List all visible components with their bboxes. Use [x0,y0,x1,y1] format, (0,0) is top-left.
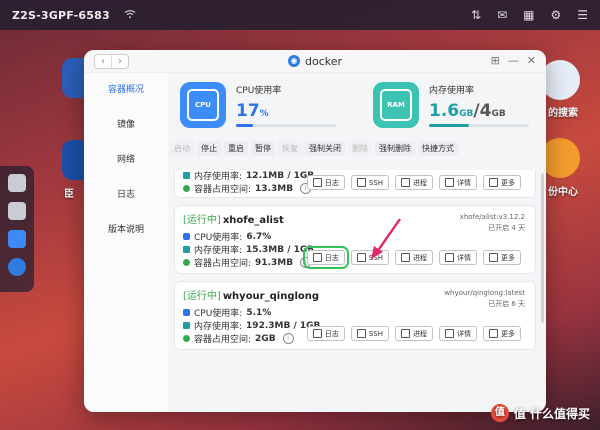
cpu-icon [183,309,190,316]
window-controls: ⊞ — ✕ [491,54,536,67]
detail-button[interactable]: 详情 [439,250,477,265]
close-icon[interactable]: ✕ [527,54,536,67]
main-panel: CPU CPU使用率 17% RAM 内存使用率 1.6GB/4GB 启动 停止… [168,73,546,412]
mem-value: 1.6GB/4GB [429,101,506,121]
container-image: whyour/qinglong:latest 已开启 6 天 [444,289,525,308]
window-title-text: docker [304,54,343,68]
detail-button[interactable]: 详情 [439,326,477,341]
log-button[interactable]: 日志 [306,326,345,341]
memory-icon [183,246,190,253]
disk-icon [183,259,190,266]
top-bar: Z2S-3GPF-6583 ⇅ ✉ ▦ ⚙ ☰ [0,0,600,30]
docker-dock-icon[interactable] [8,258,26,276]
sidebar-item-network[interactable]: 网络 [84,143,168,178]
toolbar-button[interactable]: 暂停 [251,140,275,156]
folder-icon[interactable] [8,230,26,248]
mem-label: 内存使用率 [429,86,475,96]
cpu-stat: CPU CPU使用率 17% [180,82,353,128]
ram-chip-icon: RAM [373,82,419,128]
card-actions: 日志 SSH 进程 详情 更多 [302,246,521,269]
memory-icon [183,322,190,329]
cpu-progress-bar [236,124,336,127]
topbar-tools: ⇅ ✉ ▦ ⚙ ☰ [471,8,588,22]
storage-icon[interactable] [8,174,26,192]
toolbar-button[interactable]: 停止 [197,140,221,156]
stats-row: CPU CPU使用率 17% RAM 内存使用率 1.6GB/4GB [168,73,546,137]
docker-window: ‹ › ◉ docker ⊞ — ✕ 容器概况 镜像 网络 日志 版本说明 CP… [84,50,546,412]
info-icon[interactable]: i [282,333,294,344]
container-list: 内存使用率: 12.1MB / 1GB 容器占用空间: 13.3MB i 日志 SS… [174,170,536,406]
container-card: [运行中] whyour_qinglong whyour/qinglong:lat… [174,281,536,350]
toolbar-button[interactable]: 恢复 [278,140,302,156]
cpu-value: 17% [236,101,269,121]
container-card: [运行中] xhofe_alist xhofe/alist:v3.12.2 已开启 … [174,205,536,274]
back-icon[interactable]: ‹ [95,55,111,68]
cpu-chip-icon: CPU [180,82,226,128]
more-button[interactable]: 更多 [483,250,521,265]
device-name: Z2S-3GPF-6583 [12,8,110,22]
settings-icon[interactable]: ⚙ [550,8,561,22]
mem-stat: RAM 内存使用率 1.6GB/4GB [373,82,546,128]
disk-icon [183,185,190,192]
toolbar-button[interactable]: 强制关闭 [305,140,345,156]
scrollbar[interactable] [541,173,544,323]
mem-progress-bar [429,124,529,127]
sidebar-item-overview[interactable]: 容器概况 [84,73,168,108]
card-actions: 日志 SSH 进程 详情 更多 [306,326,521,341]
desktop-label: 份中心 [548,187,578,198]
container-image: xhofe/alist:v3.12.2 已开启 4 天 [459,213,525,232]
card-actions: 日志 SSH 进程 详情 更多 [306,175,521,190]
detail-button[interactable]: 详情 [439,175,477,190]
mail-icon[interactable]: ✉ [497,8,507,22]
disk-icon [183,335,190,342]
toolbar-button[interactable]: 删除 [348,140,372,156]
window-titlebar: ‹ › ◉ docker ⊞ — ✕ [84,50,546,73]
window-sidebar: 容器概况 镜像 网络 日志 版本说明 [84,73,168,412]
smzdm-logo-icon: 值 [490,404,509,422]
sidebar-item-images[interactable]: 镜像 [84,108,168,143]
nav-arrows: ‹ › [94,54,129,69]
ssh-button[interactable]: SSH [350,175,389,190]
process-button[interactable]: 进程 [395,175,433,190]
cpu-icon [183,233,190,240]
toolbar-button[interactable]: 快捷方式 [418,140,458,156]
grid-icon[interactable]: ▦ [523,8,534,22]
apps-icon[interactable] [8,202,26,220]
container-card: 内存使用率: 12.1MB / 1GB 容器占用空间: 13.3MB i 日志 SS… [174,170,536,198]
toolbar-button[interactable]: 强制删除 [375,140,415,156]
search-app-icon[interactable] [540,60,580,100]
left-dock [0,166,34,292]
annotation-arrow [371,218,401,259]
sidebar-item-version[interactable]: 版本说明 [84,213,168,248]
log-button[interactable]: 日志 [306,175,345,190]
cpu-label: CPU使用率 [236,86,282,96]
wifi-icon[interactable] [124,9,136,22]
log-button[interactable]: 日志 [302,246,349,269]
memory-icon [183,172,190,179]
desktop-label: 臣 [64,189,74,200]
toolbar-button[interactable]: 启动 [170,140,194,156]
desktop-label: 的搜索 [548,108,578,119]
minimize-icon[interactable]: — [508,54,519,67]
sort-icon[interactable]: ⇅ [471,8,481,22]
ssh-button[interactable]: SSH [350,326,389,341]
watermark: 值 值 什么值得买 [490,404,590,422]
process-button[interactable]: 进程 [395,326,433,341]
sidebar-item-logs[interactable]: 日志 [84,178,168,213]
backup-app-icon[interactable] [540,138,580,178]
toolbar-button[interactable]: 重启 [224,140,248,156]
more-button[interactable]: 更多 [483,175,521,190]
docker-icon: ◉ [287,55,300,67]
more-button[interactable]: 更多 [483,326,521,341]
maximize-icon[interactable]: ⊞ [491,54,500,67]
forward-icon[interactable]: › [111,55,128,68]
window-title: ◉ docker [287,54,343,68]
container-toolbar: 启动 停止 重启 暂停 恢复 强制关闭 删除 强制删除 快捷方式 [168,137,546,159]
menu-icon[interactable]: ☰ [577,8,588,22]
